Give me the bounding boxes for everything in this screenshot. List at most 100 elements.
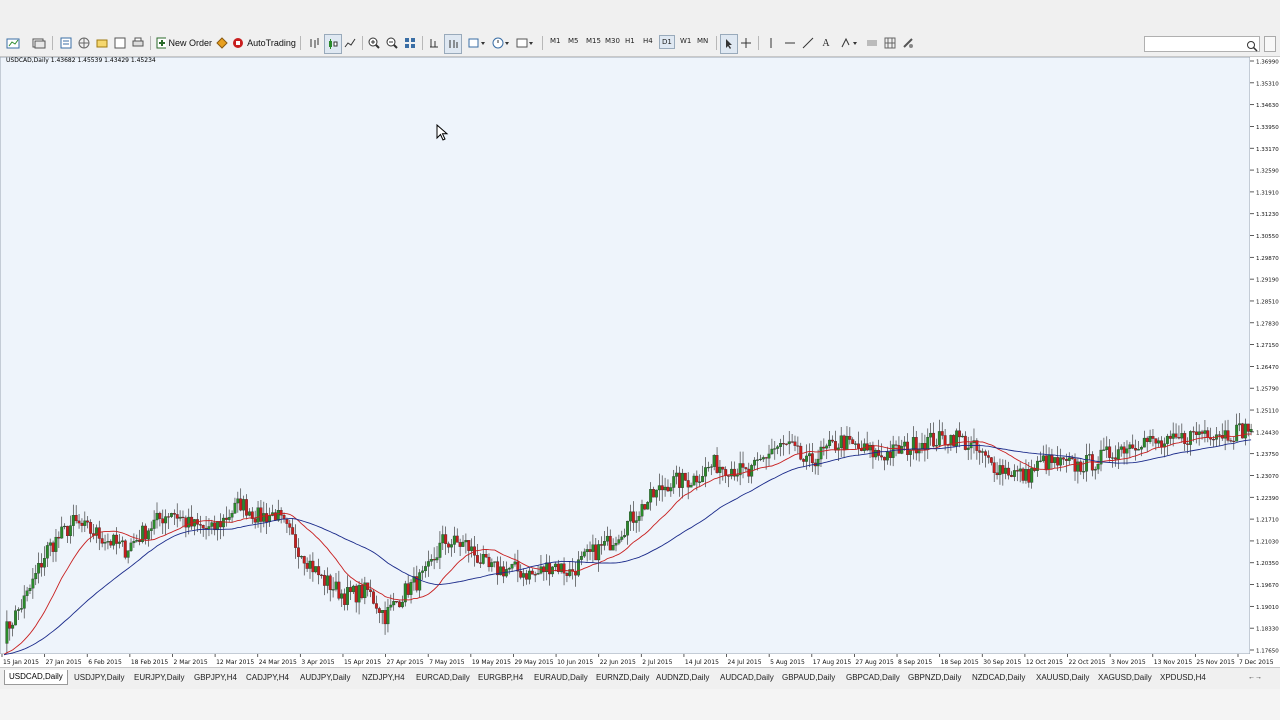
bull-candle [452, 535, 456, 545]
trendline-icon[interactable] [800, 34, 816, 52]
zoom-in-icon[interactable] [366, 34, 382, 52]
expert-advisors-icon[interactable] [214, 34, 230, 52]
timeframe-m15[interactable]: M15 [586, 37, 601, 45]
tab-xpdusd-h4[interactable]: XPDUSD,H4 [1156, 671, 1210, 685]
price-chart[interactable]: 1.36990 1.35310 1.34630 1.33950 1.33170 1.325… [0, 57, 1280, 667]
tab-nzdjpy-h4[interactable]: NZDJPY,H4 [358, 671, 409, 685]
bull-candle [135, 540, 139, 542]
timeframe-m30[interactable]: M30 [605, 37, 620, 45]
bull-candle [424, 566, 427, 572]
candlestick-chart-icon[interactable] [324, 34, 342, 54]
tab-usdjpy-daily[interactable]: USDJPY,Daily [70, 671, 129, 685]
tab-gbpcad-daily[interactable]: GBPCAD,Daily [842, 671, 904, 685]
bull-candle [1203, 430, 1207, 434]
toolbar-separator [52, 36, 53, 50]
auto-scroll-icon[interactable] [444, 34, 462, 54]
tab-audjpy-daily[interactable]: AUDJPY,Daily [296, 671, 355, 685]
bear-candle [478, 562, 482, 564]
bear-candle [1191, 431, 1195, 433]
bear-candle [305, 563, 309, 569]
line-chart-icon[interactable] [342, 34, 358, 52]
terminal-icon[interactable] [94, 34, 110, 52]
autotrading-button[interactable]: AutoTrading [232, 34, 296, 52]
bear-candle [1015, 470, 1019, 472]
periods-dropdown-icon[interactable] [490, 34, 512, 52]
new-chart-icon[interactable] [4, 34, 22, 52]
bull-candle [299, 556, 303, 558]
timeframe-h4[interactable]: H4 [643, 37, 653, 45]
profiles-icon[interactable] [30, 34, 48, 52]
tab-audnzd-daily[interactable]: AUDNZD,Daily [652, 671, 713, 685]
bear-candle [172, 513, 176, 515]
horizontal-line-icon[interactable] [782, 34, 798, 52]
properties-icon[interactable] [900, 34, 916, 52]
bull-candle [149, 528, 153, 531]
tab-nzdcad-daily[interactable]: NZDCAD,Daily [968, 671, 1029, 685]
bear-candle [1122, 446, 1126, 454]
crosshair-icon[interactable] [738, 34, 754, 52]
chart-shift-icon[interactable] [426, 34, 442, 52]
bull-candle [380, 610, 384, 613]
x-tick-label: 3 Nov 2015 [1111, 659, 1146, 666]
tab-eurnzd-daily[interactable]: EURNZD,Daily [592, 671, 653, 685]
tab-euraud-daily[interactable]: EURAUD,Daily [530, 671, 592, 685]
tabs-scroll-icon[interactable]: ←→ [1244, 671, 1266, 685]
bear-candle [1073, 458, 1077, 472]
print-icon[interactable] [130, 34, 146, 52]
chart-plot-area [0, 57, 1251, 655]
cursor-tool-icon[interactable] [720, 34, 738, 54]
tab-xauusd-daily[interactable]: XAUUSD,Daily [1032, 671, 1093, 685]
search-input[interactable] [1144, 36, 1260, 52]
chart-window[interactable]: 1.36990 1.35310 1.34630 1.33950 1.33170 1.325… [0, 57, 1280, 667]
tab-gbpnzd-daily[interactable]: GBPNZD,Daily [904, 671, 965, 685]
x-tick-label: 19 May 2015 [472, 659, 511, 666]
timeframe-m1[interactable]: M1 [550, 37, 561, 45]
tab-xagusd-daily[interactable]: XAGUSD,Daily [1094, 671, 1156, 685]
timeframe-w1[interactable]: W1 [680, 37, 691, 45]
bull-candle [770, 448, 774, 455]
tab-eurgbp-h4[interactable]: EURGBP,H4 [474, 671, 527, 685]
bear-candle [542, 566, 546, 573]
indicators-dropdown-icon[interactable] [466, 34, 488, 52]
tab-cadjpy-h4[interactable]: CADJPY,H4 [242, 671, 293, 685]
bull-candle [1119, 446, 1123, 450]
timeframe-mn[interactable]: MN [697, 37, 708, 45]
templates-dropdown-icon[interactable] [514, 34, 536, 52]
tab-audcad-daily[interactable]: AUDCAD,Daily [716, 671, 778, 685]
objects-list-icon[interactable] [864, 34, 880, 52]
x-tick-label: 12 Oct 2015 [1026, 659, 1063, 666]
tab-gbpaud-daily[interactable]: GBPAUD,Daily [778, 671, 839, 685]
bear-candle [484, 554, 488, 558]
bear-candle [1062, 457, 1065, 460]
tab-gbpjpy-h4[interactable]: GBPJPY,H4 [190, 671, 241, 685]
bear-candle [1010, 475, 1013, 477]
text-tool-icon[interactable]: A [818, 34, 834, 52]
toolbar-overflow-icon[interactable] [1264, 36, 1276, 52]
zoom-out-icon[interactable] [384, 34, 400, 52]
timeframe-d1[interactable]: D1 [659, 35, 675, 49]
y-tick-label: 1.34630 [1256, 103, 1279, 109]
bear-candle [764, 457, 768, 459]
tile-windows-icon[interactable] [402, 34, 418, 52]
new-order-button[interactable]: New Order [156, 34, 212, 52]
market-watch-icon[interactable] [58, 34, 74, 52]
bear-candle [802, 459, 806, 462]
arrows-dropdown-icon[interactable] [838, 34, 860, 52]
tab-usdcad-daily[interactable]: USDCAD,Daily [4, 670, 68, 685]
vertical-line-icon[interactable] [764, 34, 778, 52]
bear-candle [201, 525, 205, 529]
tester-icon[interactable] [112, 34, 128, 52]
tab-eurjpy-daily[interactable]: EURJPY,Daily [130, 671, 189, 685]
bull-candle [929, 432, 933, 438]
grid-icon[interactable] [882, 34, 898, 52]
search-icon[interactable] [1246, 37, 1258, 56]
bar-chart-icon[interactable] [306, 34, 322, 52]
tab-eurcad-daily[interactable]: EURCAD,Daily [412, 671, 474, 685]
bull-candle [680, 472, 684, 488]
x-tick-label: 7 Dec 2015 [1239, 659, 1274, 666]
timeframe-m5[interactable]: M5 [568, 37, 579, 45]
bear-candle [144, 525, 147, 540]
bear-candle [447, 543, 451, 548]
navigator-icon[interactable] [76, 34, 92, 52]
timeframe-h1[interactable]: H1 [625, 37, 635, 45]
